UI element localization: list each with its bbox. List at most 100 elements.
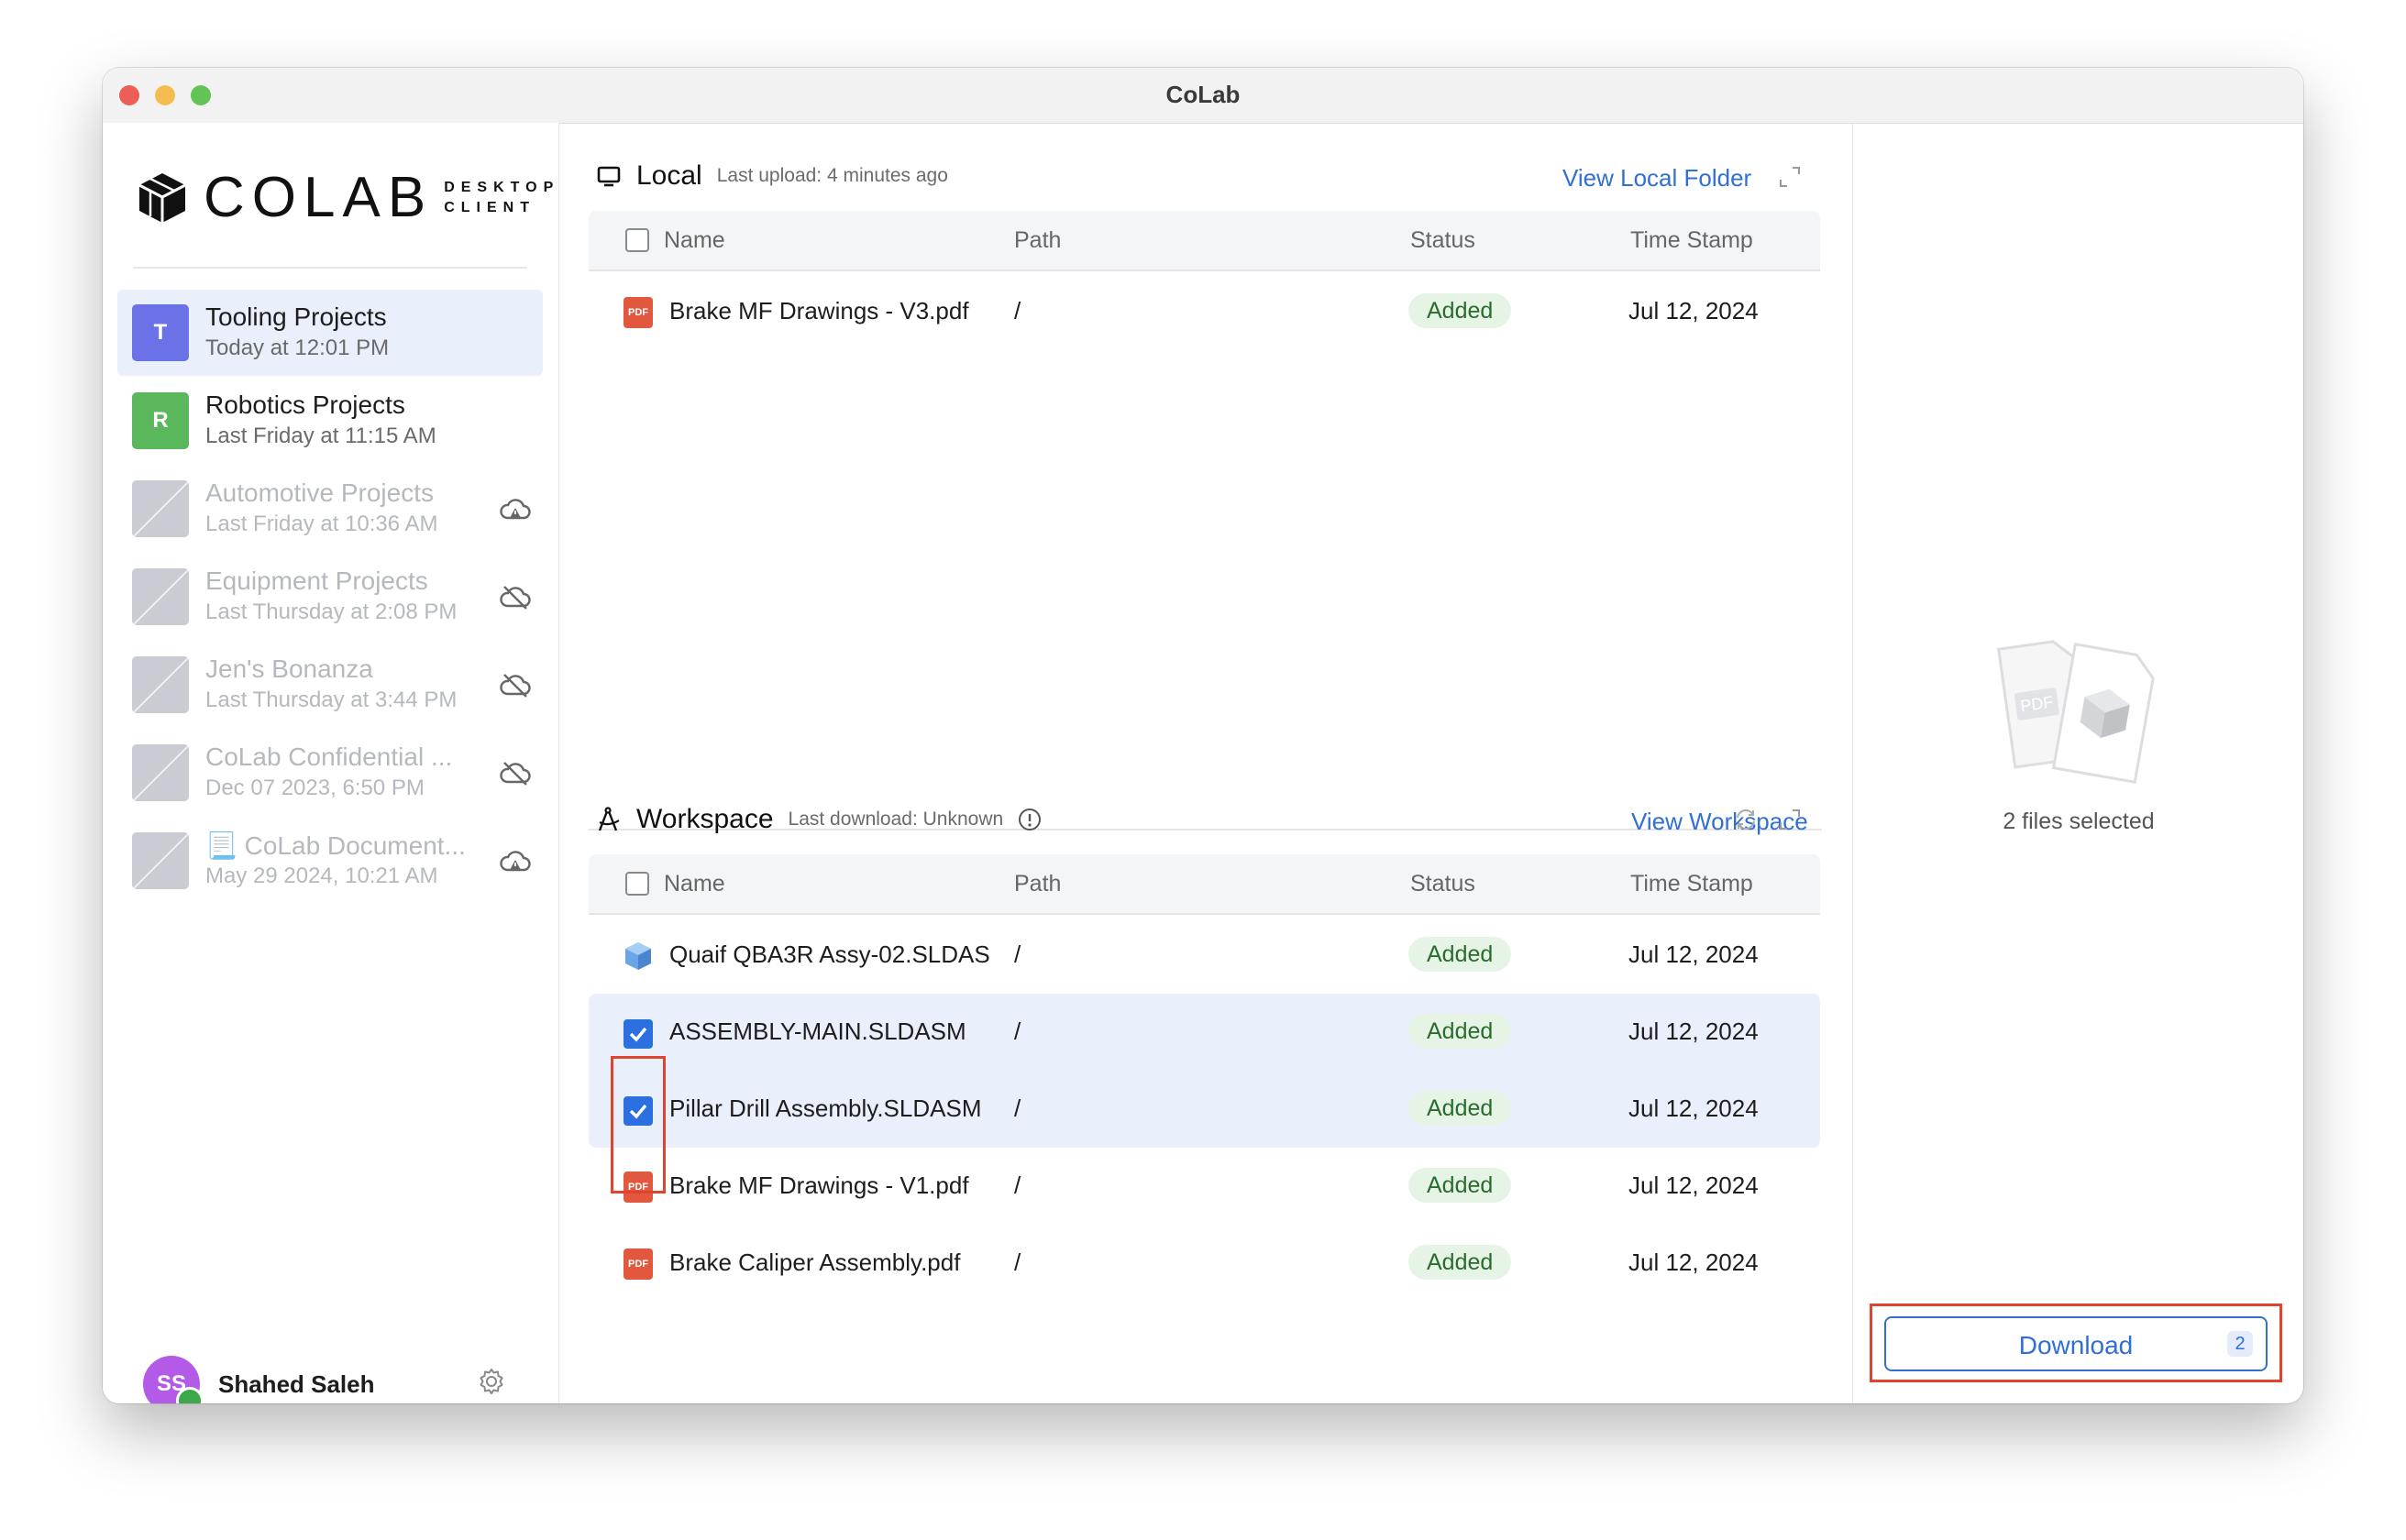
view-local-folder-link[interactable]: View Local Folder bbox=[1562, 164, 1751, 192]
project-name: Tooling Projects bbox=[205, 302, 387, 331]
project-name: Automotive Projects bbox=[205, 478, 434, 507]
file-path: / bbox=[1014, 297, 1021, 324]
file-name: ASSEMBLY-MAIN.SLDASM bbox=[669, 1018, 966, 1045]
download-label: Download bbox=[2018, 1331, 2134, 1359]
project-name: CoLab Confidential ... bbox=[205, 742, 453, 771]
status-badge: Added bbox=[1408, 937, 1512, 972]
cloud-off-icon[interactable] bbox=[499, 757, 532, 790]
file-time: Jul 12, 2024 bbox=[1628, 1248, 1759, 1276]
table-row[interactable]: ASSEMBLY-MAIN.SLDASM / Added Jul 12, 202… bbox=[589, 994, 1820, 1071]
user-name: Shahed Saleh bbox=[218, 1370, 375, 1398]
checkbox-highlight-outline bbox=[611, 1056, 666, 1194]
download-button[interactable]: Download 2 bbox=[1884, 1316, 2268, 1371]
project-avatar-placeholder bbox=[132, 568, 189, 625]
cloud-off-icon[interactable] bbox=[499, 581, 532, 614]
project-avatar-placeholder bbox=[132, 744, 189, 801]
workspace-table-header: Name Path Status Time Stamp bbox=[589, 854, 1820, 915]
sidebar-divider bbox=[133, 267, 527, 269]
local-header: Local Last upload: 4 minutes ago bbox=[596, 153, 948, 199]
file-name: Brake Caliper Assembly.pdf bbox=[669, 1248, 961, 1276]
project-avatar: R bbox=[132, 392, 189, 449]
workspace-header: Workspace Last download: Unknown bbox=[596, 797, 1042, 842]
project-item[interactable]: 📃 CoLab Document... May 29 2024, 10:21 A… bbox=[117, 818, 543, 904]
project-avatar: T bbox=[132, 304, 189, 361]
project-avatar-placeholder bbox=[132, 656, 189, 713]
project-name: Equipment Projects bbox=[205, 566, 428, 595]
cloud-off-icon[interactable] bbox=[499, 669, 532, 702]
logo-wordmark: COLAB bbox=[204, 166, 434, 229]
project-time: Last Thursday at 2:08 PM bbox=[205, 600, 458, 624]
colab-logo: COLAB DESKTOP CLIENT bbox=[138, 169, 559, 227]
project-item[interactable]: Automotive Projects Last Friday at 10:36… bbox=[117, 466, 543, 552]
status-badge: Added bbox=[1408, 293, 1512, 328]
selection-panel: PDF 2 files selected Download 2 bbox=[1852, 123, 2303, 1403]
column-header-status[interactable]: Status bbox=[1410, 871, 1475, 897]
project-avatar-placeholder bbox=[132, 832, 189, 889]
column-header-path[interactable]: Path bbox=[1014, 871, 1061, 897]
column-header-time-stamp[interactable]: Time Stamp bbox=[1630, 227, 1753, 254]
pdf-file-icon: PDF bbox=[624, 1248, 653, 1280]
titlebar: CoLab bbox=[103, 68, 2303, 124]
file-time: Jul 12, 2024 bbox=[1628, 1018, 1759, 1045]
status-badge: Added bbox=[1408, 1014, 1512, 1049]
file-time: Jul 12, 2024 bbox=[1628, 1172, 1759, 1199]
file-time: Jul 12, 2024 bbox=[1628, 1094, 1759, 1122]
row-checkbox[interactable] bbox=[624, 1019, 653, 1049]
table-row[interactable]: PDF Brake MF Drawings - V3.pdf / Added J… bbox=[589, 273, 1820, 350]
file-time: Jul 12, 2024 bbox=[1628, 940, 1759, 968]
project-time: Last Friday at 10:36 AM bbox=[205, 512, 438, 536]
user-profile[interactable]: SS Shahed Saleh bbox=[143, 1356, 375, 1403]
file-path: / bbox=[1014, 940, 1021, 968]
project-item[interactable]: Jen's Bonanza Last Thursday at 3:44 PM bbox=[117, 642, 543, 728]
file-time: Jul 12, 2024 bbox=[1628, 297, 1759, 324]
project-item[interactable]: T Tooling Projects Today at 12:01 PM bbox=[117, 290, 543, 376]
refresh-icon[interactable] bbox=[1734, 808, 1758, 831]
table-row[interactable]: PDF Brake MF Drawings - V1.pdf / Added J… bbox=[589, 1148, 1820, 1225]
online-status-dot bbox=[176, 1387, 204, 1403]
project-item[interactable]: Equipment Projects Last Thursday at 2:08… bbox=[117, 554, 543, 640]
expand-icon[interactable] bbox=[1778, 165, 1802, 189]
window-title: CoLab bbox=[1165, 81, 1241, 108]
table-row[interactable]: Pillar Drill Assembly.SLDASM / Added Jul… bbox=[589, 1071, 1820, 1148]
project-time: Today at 12:01 PM bbox=[205, 336, 390, 360]
column-header-path[interactable]: Path bbox=[1014, 227, 1061, 254]
cad-assembly-icon bbox=[625, 942, 651, 970]
cloud-warning-icon[interactable] bbox=[499, 845, 532, 878]
local-title: Local bbox=[636, 160, 702, 191]
main-panel: Local Last upload: 4 minutes ago View Lo… bbox=[559, 123, 1852, 1403]
column-header-status[interactable]: Status bbox=[1410, 227, 1475, 254]
file-name: Brake MF Drawings - V1.pdf bbox=[669, 1172, 969, 1199]
table-row[interactable]: PDF Brake Caliper Assembly.pdf / Added J… bbox=[589, 1225, 1820, 1302]
workspace-subtitle: Last download: Unknown bbox=[788, 808, 1004, 830]
project-time: May 29 2024, 10:21 AM bbox=[205, 864, 438, 888]
status-badge: Added bbox=[1408, 1245, 1512, 1280]
drafting-compass-icon bbox=[598, 807, 620, 831]
logo-subtitle: DESKTOP CLIENT bbox=[444, 180, 560, 215]
project-item[interactable]: CoLab Confidential ... Dec 07 2023, 6:50… bbox=[117, 730, 543, 816]
expand-icon[interactable] bbox=[1778, 808, 1802, 831]
workspace-title: Workspace bbox=[636, 804, 774, 834]
column-header-name[interactable]: Name bbox=[664, 227, 725, 254]
select-all-checkbox[interactable] bbox=[625, 872, 649, 896]
column-header-name[interactable]: Name bbox=[664, 871, 725, 897]
cloud-warning-icon[interactable] bbox=[499, 493, 532, 526]
column-header-time-stamp[interactable]: Time Stamp bbox=[1630, 871, 1753, 897]
files-selected-illustration: PDF bbox=[1996, 640, 2155, 784]
table-row[interactable]: Quaif QBA3R Assy-02.SLDASM / Added Jul 1… bbox=[589, 917, 1820, 994]
app-window: CoLab COLAB DESKTOP CLIENT T Tooling Proj… bbox=[103, 68, 2303, 1403]
project-name: Jen's Bonanza bbox=[205, 654, 373, 683]
sidebar: COLAB DESKTOP CLIENT T Tooling Projects T… bbox=[103, 123, 559, 1403]
file-path: / bbox=[1014, 1248, 1021, 1276]
project-item[interactable]: R Robotics Projects Last Friday at 11:15… bbox=[117, 378, 543, 464]
avatar: SS bbox=[143, 1356, 204, 1403]
status-badge: Added bbox=[1408, 1091, 1512, 1126]
select-all-checkbox[interactable] bbox=[625, 228, 649, 252]
file-path: / bbox=[1014, 1172, 1021, 1199]
file-name: Pillar Drill Assembly.SLDASM bbox=[669, 1094, 982, 1122]
local-table-header: Name Path Status Time Stamp bbox=[589, 211, 1820, 271]
selection-count-label: 2 files selected bbox=[2003, 808, 2155, 834]
project-time: Last Friday at 11:15 AM bbox=[205, 424, 436, 448]
gear-icon[interactable] bbox=[477, 1367, 506, 1396]
local-subtitle: Last upload: 4 minutes ago bbox=[716, 165, 948, 186]
info-icon[interactable] bbox=[1018, 808, 1042, 831]
